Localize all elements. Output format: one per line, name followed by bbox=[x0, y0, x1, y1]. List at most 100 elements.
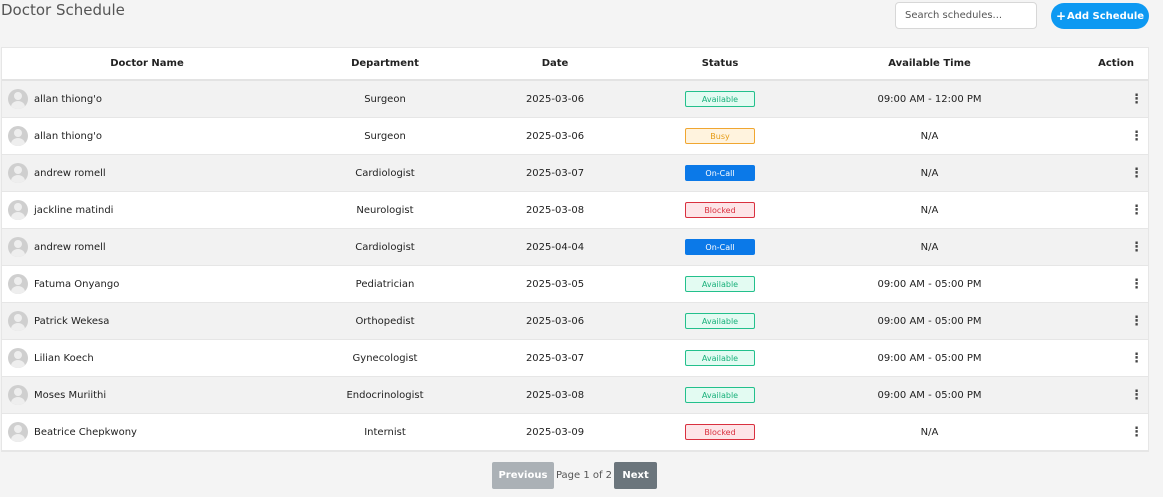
table-row: allan thiong'o Surgeon 2025-03-06 Available… bbox=[2, 80, 1148, 118]
action-cell: ⋮ bbox=[1051, 376, 1148, 414]
date-cell: 2025-04-04 bbox=[478, 228, 632, 266]
more-options-icon[interactable]: ⋮ bbox=[1130, 426, 1143, 439]
table-row: Lilian Koech Gynecologist 2025-03-07 Availa… bbox=[2, 339, 1148, 377]
more-options-icon[interactable]: ⋮ bbox=[1130, 204, 1143, 217]
action-cell: ⋮ bbox=[1051, 80, 1148, 118]
department-cell: Surgeon bbox=[292, 117, 478, 155]
table-row: jackline matindi Neurologist 2025-03-08 Blo… bbox=[2, 191, 1148, 229]
status-badge: Available bbox=[685, 350, 755, 366]
department-cell: Endocrinologist bbox=[292, 376, 478, 414]
previous-page-button[interactable]: Previous bbox=[491, 462, 554, 489]
status-cell: Available bbox=[632, 265, 808, 303]
action-cell: ⋮ bbox=[1051, 191, 1148, 229]
status-badge: Available bbox=[685, 91, 755, 107]
more-options-icon[interactable]: ⋮ bbox=[1130, 93, 1143, 106]
doctor-name: andrew romell bbox=[34, 241, 106, 253]
table-row: Patrick Wekesa Orthopedist 2025-03-06 Avail… bbox=[2, 302, 1148, 340]
department-cell: Pediatrician bbox=[292, 265, 478, 303]
date-cell: 2025-03-09 bbox=[478, 413, 632, 451]
table-row: Moses Muriithi Endocrinologist 2025-03-08 A… bbox=[2, 376, 1148, 414]
status-cell: Blocked bbox=[632, 413, 808, 451]
status-cell: On-Call bbox=[632, 228, 808, 266]
date-cell: 2025-03-06 bbox=[478, 80, 632, 118]
more-options-icon[interactable]: ⋮ bbox=[1130, 278, 1143, 291]
action-cell: ⋮ bbox=[1051, 117, 1148, 155]
next-page-button[interactable]: Next bbox=[614, 462, 658, 489]
available-time-cell: N/A bbox=[808, 413, 1051, 451]
status-badge: Available bbox=[685, 276, 755, 292]
available-time-cell: 09:00 AM - 05:00 PM bbox=[808, 339, 1051, 377]
column-header-department[interactable]: Department bbox=[292, 48, 478, 81]
department-cell: Orthopedist bbox=[292, 302, 478, 340]
date-cell: 2025-03-05 bbox=[478, 265, 632, 303]
department-cell: Cardiologist bbox=[292, 154, 478, 192]
status-badge: On-Call bbox=[685, 239, 755, 255]
avatar bbox=[8, 348, 28, 368]
plus-icon: + bbox=[1055, 9, 1066, 23]
doctor-name-cell: Beatrice Chepkwony bbox=[2, 413, 292, 451]
more-options-icon[interactable]: ⋮ bbox=[1130, 389, 1143, 402]
status-badge: Blocked bbox=[685, 424, 755, 440]
doctor-name: andrew romell bbox=[34, 167, 106, 179]
action-cell: ⋮ bbox=[1051, 302, 1148, 340]
column-header-status[interactable]: Status bbox=[632, 48, 808, 81]
doctor-name: Moses Muriithi bbox=[34, 389, 107, 401]
column-header-doctor-name[interactable]: Doctor Name bbox=[2, 48, 292, 81]
available-time-cell: N/A bbox=[808, 117, 1051, 155]
available-time-cell: N/A bbox=[808, 228, 1051, 266]
status-badge: Available bbox=[685, 387, 755, 403]
avatar bbox=[8, 163, 28, 183]
date-cell: 2025-03-08 bbox=[478, 376, 632, 414]
avatar bbox=[8, 311, 28, 331]
doctor-name: Beatrice Chepkwony bbox=[34, 426, 137, 438]
available-time-cell: N/A bbox=[808, 154, 1051, 192]
doctor-name: Lilian Koech bbox=[34, 352, 94, 364]
pagination: Previous Page 1 of 2 Next bbox=[0, 462, 1149, 489]
action-cell: ⋮ bbox=[1051, 265, 1148, 303]
add-schedule-label: Add Schedule bbox=[1067, 10, 1145, 22]
doctor-name-cell: andrew romell bbox=[2, 154, 292, 192]
column-header-action: Action bbox=[1051, 48, 1148, 81]
doctor-name-cell: allan thiong'o bbox=[2, 117, 292, 155]
search-input[interactable] bbox=[895, 2, 1037, 29]
avatar bbox=[8, 237, 28, 257]
doctor-name: Patrick Wekesa bbox=[34, 315, 110, 327]
status-badge: Busy bbox=[685, 128, 755, 144]
date-cell: 2025-03-07 bbox=[478, 339, 632, 377]
date-cell: 2025-03-06 bbox=[478, 302, 632, 340]
status-cell: Available bbox=[632, 80, 808, 118]
doctor-name-cell: allan thiong'o bbox=[2, 80, 292, 118]
avatar bbox=[8, 200, 28, 220]
more-options-icon[interactable]: ⋮ bbox=[1130, 130, 1143, 143]
status-badge: On-Call bbox=[685, 165, 755, 181]
add-schedule-button[interactable]: + Add Schedule bbox=[1051, 3, 1149, 29]
department-cell: Surgeon bbox=[292, 80, 478, 118]
doctor-name-cell: Patrick Wekesa bbox=[2, 302, 292, 340]
column-header-available-time[interactable]: Available Time bbox=[808, 48, 1051, 81]
more-options-icon[interactable]: ⋮ bbox=[1130, 315, 1143, 328]
page-indicator: Page 1 of 2 bbox=[555, 470, 613, 481]
table-row: Beatrice Chepkwony Internist 2025-03-09 Blo… bbox=[2, 413, 1148, 451]
doctor-name-cell: Moses Muriithi bbox=[2, 376, 292, 414]
status-badge: Available bbox=[685, 313, 755, 329]
table-header-row: Doctor Name Department Date Status Avail… bbox=[2, 48, 1148, 81]
doctor-name-cell: Lilian Koech bbox=[2, 339, 292, 377]
table-row: allan thiong'o Surgeon 2025-03-06 Busy N/A ⋮ bbox=[2, 117, 1148, 155]
more-options-icon[interactable]: ⋮ bbox=[1130, 352, 1143, 365]
avatar bbox=[8, 89, 28, 109]
more-options-icon[interactable]: ⋮ bbox=[1130, 167, 1143, 180]
available-time-cell: 09:00 AM - 05:00 PM bbox=[808, 265, 1051, 303]
action-cell: ⋮ bbox=[1051, 228, 1148, 266]
table-row: andrew romell Cardiologist 2025-03-07 On-Ca… bbox=[2, 154, 1148, 192]
doctor-name-cell: andrew romell bbox=[2, 228, 292, 266]
more-options-icon[interactable]: ⋮ bbox=[1130, 241, 1143, 254]
status-cell: Available bbox=[632, 339, 808, 377]
action-cell: ⋮ bbox=[1051, 339, 1148, 377]
doctor-name: jackline matindi bbox=[34, 204, 114, 216]
column-header-date[interactable]: Date bbox=[478, 48, 632, 81]
page-title: Doctor Schedule bbox=[1, 1, 125, 19]
doctor-name: allan thiong'o bbox=[34, 93, 103, 105]
avatar bbox=[8, 385, 28, 405]
doctor-name: allan thiong'o bbox=[34, 130, 103, 142]
status-cell: Busy bbox=[632, 117, 808, 155]
